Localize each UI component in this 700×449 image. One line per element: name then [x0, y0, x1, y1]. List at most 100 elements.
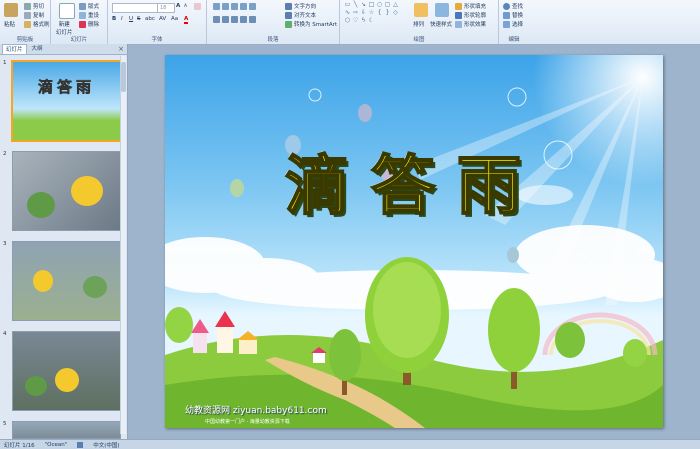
- tab-outline[interactable]: 大纲: [29, 44, 46, 54]
- scroll-thumb[interactable]: [121, 62, 126, 92]
- slide-count-status: 幻灯片 1/16: [4, 442, 35, 449]
- format-painter-button[interactable]: 格式刷: [24, 20, 50, 28]
- shrink-font-button[interactable]: A: [184, 4, 187, 9]
- delete-icon: [79, 20, 86, 28]
- text-direction-button[interactable]: 文字方向: [285, 2, 316, 10]
- theme-status: "Ocean": [44, 441, 68, 448]
- align-text-icon: [285, 11, 292, 19]
- slide-title[interactable]: 滴答雨: [165, 135, 663, 227]
- arrow-shape-icon[interactable]: ↘: [360, 2, 367, 8]
- slide-number: 1: [3, 60, 7, 66]
- scissors-icon: [24, 2, 31, 10]
- moon-shape-icon[interactable]: ☾: [368, 18, 375, 24]
- curve-shape-icon[interactable]: ∿: [344, 10, 351, 16]
- right-arrow-shape-icon[interactable]: ⇨: [352, 10, 359, 16]
- thumb-chick-image: [55, 368, 79, 392]
- textbox-shape-icon[interactable]: ▭: [344, 2, 351, 8]
- lightning-shape-icon[interactable]: ϟ: [360, 18, 367, 24]
- oval-shape-icon[interactable]: ○: [376, 2, 383, 8]
- slide-number: 2: [3, 151, 7, 157]
- thumb-frog-image: [83, 276, 107, 298]
- italic-button[interactable]: I: [121, 16, 123, 22]
- editing-label: 编辑: [508, 37, 520, 43]
- slide-thumbnail-5[interactable]: [12, 421, 121, 439]
- close-icon[interactable]: ×: [118, 45, 124, 53]
- select-button[interactable]: 选择: [503, 20, 523, 28]
- spellcheck-icon[interactable]: [77, 441, 84, 448]
- smartart-button[interactable]: 转换为 SmartArt: [285, 20, 337, 28]
- tab-slides[interactable]: 幻灯片: [2, 44, 27, 54]
- replace-button[interactable]: 替换: [503, 11, 523, 19]
- fill-icon: [455, 2, 462, 10]
- rounded-rect-shape-icon[interactable]: ▢: [384, 2, 391, 8]
- spacing-button[interactable]: AV: [159, 16, 166, 22]
- thumb-chick-image: [33, 270, 53, 292]
- shadow-button[interactable]: abc: [145, 16, 155, 22]
- layout-button[interactable]: 版式: [79, 2, 99, 10]
- quick-styles-icon[interactable]: [435, 3, 449, 17]
- thumb-title: 滴答雨: [37, 78, 95, 97]
- shape-effects-button[interactable]: 形状效果: [455, 20, 486, 28]
- line-shape-icon[interactable]: ╲: [352, 2, 359, 8]
- delete-button[interactable]: 删除: [79, 20, 99, 28]
- heart-shape-icon[interactable]: ♡: [352, 18, 359, 24]
- thumb-chick-image: [71, 176, 103, 206]
- language-status[interactable]: 中文(中国): [93, 441, 119, 449]
- align-text-button[interactable]: 对齐文本: [285, 11, 316, 19]
- find-button[interactable]: 查找: [503, 2, 523, 10]
- hex-shape-icon[interactable]: ⬡: [344, 18, 351, 24]
- slide-footer: 幼教资源网 ziyuan.baby611.com: [185, 406, 327, 416]
- brace-shape-icon[interactable]: {: [376, 10, 383, 16]
- drawing-label: 绘图: [413, 37, 425, 43]
- strike-button[interactable]: S: [137, 16, 141, 22]
- drawing-group: ▭ ╲ ↘ □ ○ ▢ △ ∿ ⇨ ⇩ ☆ { } ◇ ⬡ ♡ ϟ ☾ 排列 快…: [340, 0, 499, 44]
- find-icon: [503, 2, 510, 10]
- panel-scrollbar[interactable]: [120, 56, 126, 434]
- shape-fill-button[interactable]: 形状填充: [455, 2, 486, 10]
- align-icons[interactable]: [213, 16, 256, 23]
- slide-canvas[interactable]: 滴答雨 幼教资源网 ziyuan.baby611.com 中国幼教第一门户 · …: [165, 55, 663, 428]
- underline-button[interactable]: U: [129, 16, 133, 22]
- slide-thumbnail-3[interactable]: [12, 241, 121, 321]
- thumb-frog-image: [25, 376, 47, 396]
- outline-icon: [455, 11, 462, 19]
- copy-button[interactable]: 复制: [24, 11, 44, 19]
- smartart-icon: [285, 20, 292, 28]
- case-button[interactable]: Aa: [171, 16, 178, 22]
- new-slide-icon[interactable]: [59, 3, 75, 19]
- down-arrow-shape-icon[interactable]: ⇩: [360, 10, 367, 16]
- slides-panel: 幻灯片 大纲 × 1 滴答雨 2 3 4 5: [0, 44, 128, 439]
- bullets-icon[interactable]: [213, 3, 256, 10]
- clipboard-label: 剪贴板: [16, 37, 34, 43]
- cut-button[interactable]: 剪切: [24, 2, 44, 10]
- quick-styles-button[interactable]: 快速样式: [430, 20, 452, 28]
- paste-button[interactable]: 粘贴: [4, 20, 15, 28]
- slides-label: 幻灯片: [70, 37, 88, 43]
- reset-button[interactable]: 重设: [79, 11, 99, 19]
- brace-close-shape-icon[interactable]: }: [384, 10, 391, 16]
- star-shape-icon[interactable]: ☆: [368, 10, 375, 16]
- paste-icon[interactable]: [4, 3, 18, 17]
- status-bar: 幻灯片 1/16 "Ocean" 中文(中国): [0, 439, 700, 449]
- triangle-shape-icon[interactable]: △: [392, 2, 399, 8]
- bold-button[interactable]: B: [112, 16, 116, 22]
- shape-outline-button[interactable]: 形状轮廓: [455, 11, 486, 19]
- ribbon: 粘贴 剪切 复制 格式刷 剪贴板 新建 幻灯片 版式 重设 删除 幻灯片 18 A…: [0, 0, 700, 45]
- slide-thumbnail-4[interactable]: [12, 331, 121, 411]
- clear-format-icon[interactable]: [194, 3, 201, 10]
- new-slide-button[interactable]: 新建 幻灯片: [56, 20, 73, 36]
- slide-thumbnail-2[interactable]: [12, 151, 121, 231]
- font-color-button[interactable]: A: [184, 16, 189, 24]
- slide-artwork: [165, 55, 663, 428]
- brush-icon: [24, 20, 31, 28]
- font-name-field[interactable]: [112, 3, 158, 13]
- slide-thumbnail-1[interactable]: 滴答雨: [11, 60, 122, 142]
- slide-footer-sub: 中国幼教第一门户 · 海量幼教资源下载: [205, 419, 290, 425]
- arrange-button[interactable]: 排列: [413, 20, 424, 28]
- shapes-gallery[interactable]: ▭ ╲ ↘ □ ○ ▢ △ ∿ ⇨ ⇩ ☆ { } ◇ ⬡ ♡ ϟ ☾: [344, 2, 404, 28]
- arrange-icon[interactable]: [414, 3, 428, 17]
- font-size-field[interactable]: 18: [157, 3, 175, 13]
- callout-shape-icon[interactable]: ◇: [392, 10, 399, 16]
- rect-shape-icon[interactable]: □: [368, 2, 375, 8]
- grow-font-button[interactable]: A: [176, 3, 180, 9]
